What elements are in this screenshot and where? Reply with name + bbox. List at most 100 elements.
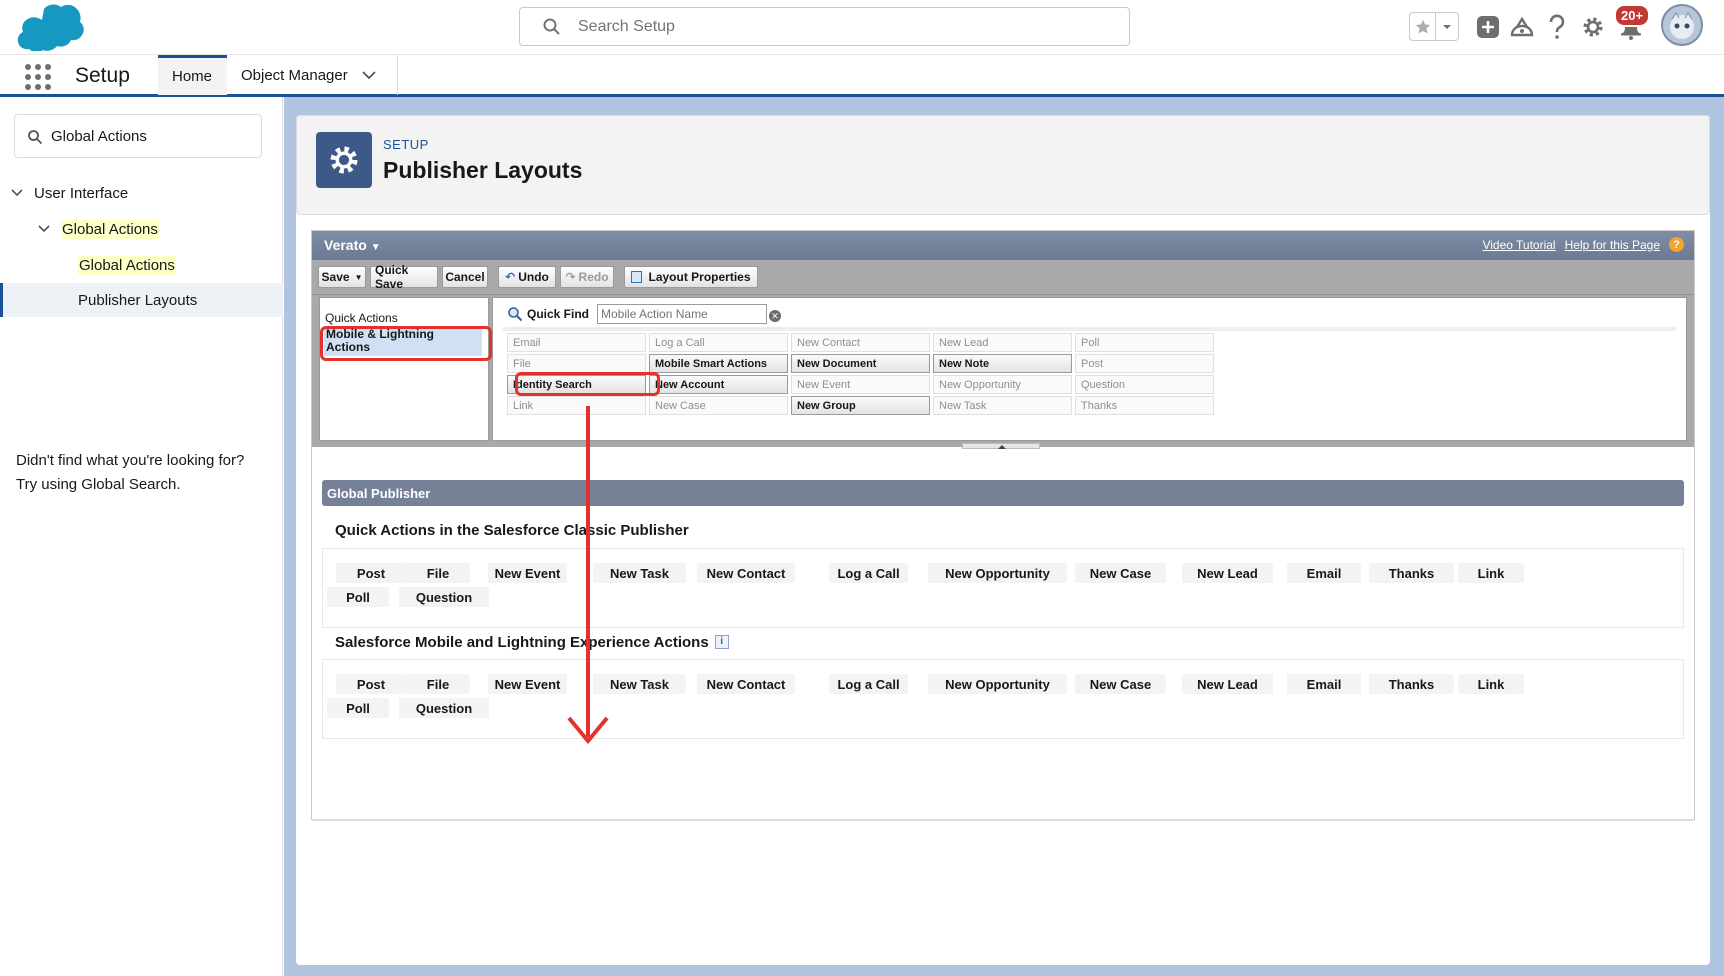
publisher-action[interactable]: New Case [1075, 674, 1166, 694]
palette-item[interactable]: New Case [649, 396, 788, 415]
palette-item[interactable]: New Event [791, 375, 930, 394]
tree-item-label: Global Actions [78, 255, 176, 275]
layout-properties-button[interactable]: Layout Properties [624, 266, 758, 288]
palette-item[interactable]: Identity Search [507, 375, 646, 394]
editor-header: Verato ▼ Video Tutorial Help for this Pa… [312, 231, 1694, 260]
chevron-down-icon[interactable]: ▼ [355, 273, 363, 282]
publisher-action[interactable]: Thanks [1369, 674, 1454, 694]
publisher-action[interactable]: File [406, 563, 470, 583]
publisher-action[interactable]: File [406, 674, 470, 694]
palette-item[interactable]: New Note [933, 354, 1072, 373]
palette-item[interactable]: New Contact [791, 333, 930, 352]
palette-item[interactable]: New Account [649, 375, 788, 394]
nav-divider [397, 55, 398, 95]
publisher-action[interactable]: Thanks [1369, 563, 1454, 583]
palette-item[interactable]: Thanks [1075, 396, 1214, 415]
publisher-action[interactable]: Post [336, 563, 406, 583]
palette-item[interactable]: Link [507, 396, 646, 415]
palette-item[interactable]: Poll [1075, 333, 1214, 352]
tab-home-label: Home [172, 68, 213, 85]
palette-item[interactable]: New Task [933, 396, 1072, 415]
plus-icon[interactable] [1474, 11, 1502, 43]
quick-save-button[interactable]: Quick Save [370, 263, 438, 291]
publisher-action[interactable]: New Opportunity [928, 674, 1067, 694]
redo-icon: ↷ [565, 270, 576, 284]
palette-items-panel: Quick Find ✕ EmailLog a CallNew ContactN… [492, 297, 1687, 441]
tab-object-manager[interactable]: Object Manager [241, 55, 397, 95]
info-icon[interactable]: i [714, 634, 729, 649]
publisher-action[interactable]: Link [1458, 674, 1524, 694]
video-tutorial-link[interactable]: Video Tutorial [1482, 238, 1555, 252]
layout-editor: Verato ▼ Video Tutorial Help for this Pa… [311, 230, 1695, 821]
not-found-line: Try using Global Search. [16, 476, 181, 493]
palette-item[interactable]: Post [1075, 354, 1214, 373]
publisher-action[interactable]: Poll [327, 698, 389, 718]
salesforce-cloud-logo[interactable] [14, 3, 86, 51]
publisher-action[interactable]: Poll [327, 587, 389, 607]
mobile-action-name-input[interactable] [597, 304, 768, 324]
palette-item[interactable]: New Lead [933, 333, 1072, 352]
palette-item[interactable]: Log a Call [649, 333, 788, 352]
tree-item-global-actions[interactable]: Global Actions [0, 248, 283, 282]
app-launcher-icon[interactable] [25, 64, 51, 90]
publisher-action[interactable]: New Event [488, 563, 567, 583]
tree-item-publisher-layouts[interactable]: Publisher Layouts [0, 283, 283, 317]
quick-find-input[interactable] [51, 125, 251, 147]
tree-item-user-interface[interactable]: User Interface [0, 176, 283, 210]
publisher-action[interactable]: New Lead [1182, 563, 1273, 583]
close-icon[interactable]: ✕ [769, 310, 781, 322]
notification-badge: 20+ [1614, 4, 1651, 27]
publisher-action[interactable]: Email [1287, 563, 1361, 583]
resize-handle[interactable] [962, 443, 1040, 449]
tree-item-global-actions-group[interactable]: Global Actions [0, 212, 283, 246]
help-icon[interactable] [1543, 11, 1571, 43]
chevron-down-icon[interactable] [362, 70, 376, 80]
publisher-action[interactable]: Question [399, 587, 489, 607]
publisher-action[interactable]: Log a Call [829, 674, 908, 694]
publisher-action[interactable]: New Event [488, 674, 567, 694]
palette-item[interactable]: Email [507, 333, 646, 352]
redo-button[interactable]: ↷ Redo [560, 266, 614, 288]
palette-category-mobile-lightning[interactable]: Mobile & Lightning Actions [324, 326, 482, 356]
tree-item-label: User Interface [34, 184, 129, 202]
quick-find-box[interactable] [14, 114, 262, 158]
star-icon[interactable] [1410, 13, 1436, 40]
publisher-action[interactable]: Question [399, 698, 489, 718]
cancel-button[interactable]: Cancel [442, 266, 488, 288]
help-icon[interactable]: ? [1669, 237, 1684, 252]
publisher-action[interactable]: New Task [593, 674, 686, 694]
chevron-down-icon[interactable] [1436, 13, 1458, 40]
publisher-action[interactable]: New Case [1075, 563, 1166, 583]
publisher-action[interactable]: Email [1287, 674, 1361, 694]
undo-label: Undo [518, 270, 549, 284]
save-button[interactable]: Save ▼ [318, 266, 366, 288]
palette-category-quick-actions[interactable]: Quick Actions [325, 311, 398, 325]
classic-publisher-actions: Post File New Event New Task New Contact Log … [322, 548, 1684, 628]
help-page-link[interactable]: Help for this Page [1565, 238, 1660, 252]
layout-name-menu[interactable]: Verato ▼ [324, 237, 381, 253]
publisher-action[interactable]: New Lead [1182, 674, 1273, 694]
tab-home[interactable]: Home [158, 55, 227, 95]
publisher-action[interactable]: New Opportunity [928, 563, 1067, 583]
publisher-action[interactable]: Log a Call [829, 563, 908, 583]
palette-item[interactable]: File [507, 354, 646, 373]
palette-quick-find: Quick Find [507, 304, 768, 324]
palette-item[interactable]: New Opportunity [933, 375, 1072, 394]
publisher-action[interactable]: New Task [593, 563, 686, 583]
palette-item[interactable]: New Document [791, 354, 930, 373]
publisher-action[interactable]: New Contact [697, 563, 795, 583]
publisher-action[interactable]: Post [336, 674, 406, 694]
setup-search[interactable] [519, 7, 1130, 46]
undo-button[interactable]: ↶ Undo [498, 266, 556, 288]
gear-icon[interactable] [1579, 11, 1607, 43]
publisher-action[interactable]: New Contact [697, 674, 795, 694]
palette-item[interactable]: New Group [791, 396, 930, 415]
trailhead-icon[interactable] [1508, 11, 1536, 43]
favorites-group[interactable] [1409, 12, 1459, 41]
publisher-action[interactable]: Link [1458, 563, 1524, 583]
setup-search-input[interactable] [578, 15, 1098, 39]
palette-item[interactable]: Question [1075, 375, 1214, 394]
avatar[interactable] [1661, 4, 1703, 46]
setup-sidebar: User Interface Global Actions Global Act… [0, 97, 283, 976]
palette-item[interactable]: Mobile Smart Actions [649, 354, 788, 373]
